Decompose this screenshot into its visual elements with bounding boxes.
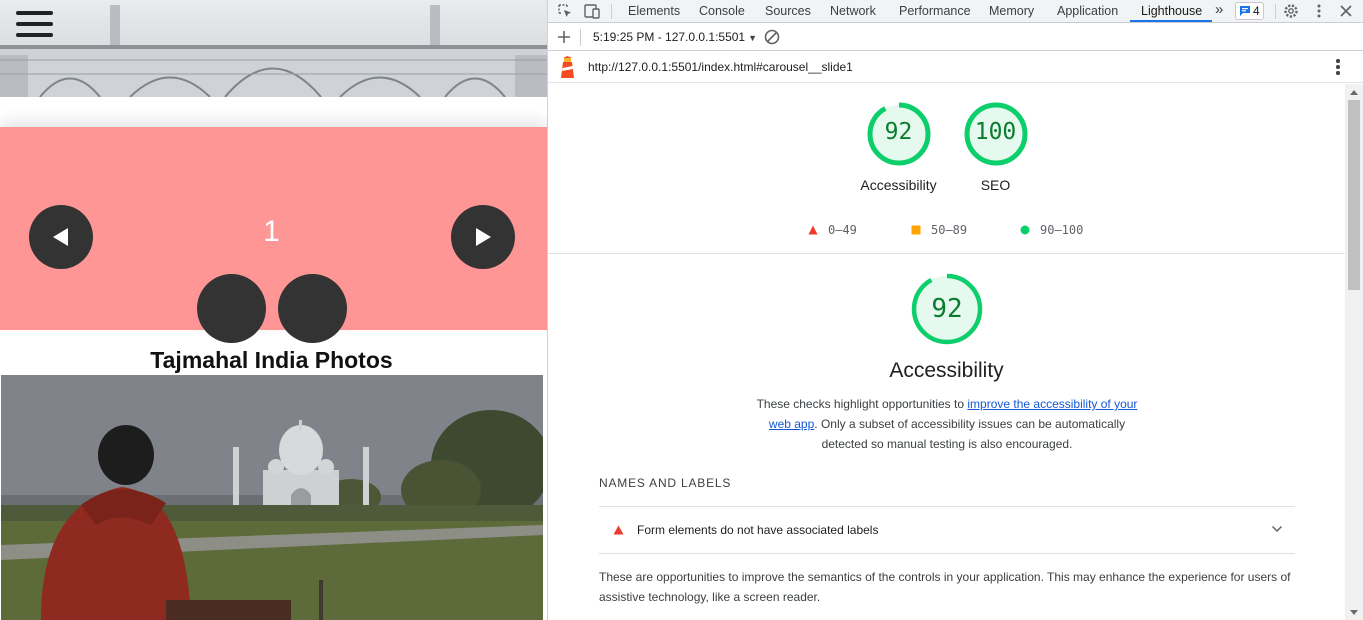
carousel: 1 [0, 127, 547, 343]
carousel-dot-2[interactable] [278, 274, 347, 343]
scroll-down-arrow-icon[interactable] [1350, 610, 1358, 615]
report-history-select[interactable]: 5:19:25 PM - 127.0.0.1:5501 ▼ [593, 30, 757, 44]
tab-network[interactable]: Network [830, 0, 876, 23]
scroll-thumb[interactable] [1348, 100, 1360, 290]
tab-elements[interactable]: Elements [628, 0, 680, 23]
report-history-value: 5:19:25 PM - 127.0.0.1:5501 [593, 30, 746, 44]
chevron-down-icon [1271, 525, 1283, 533]
legend-average: 50–89 [911, 223, 967, 237]
carousel-next-button[interactable] [451, 205, 515, 269]
toolbar-divider [580, 29, 581, 46]
lighthouse-logo-icon [561, 56, 574, 78]
photos-heading: Tajmahal India Photos [150, 347, 393, 373]
issues-count: 4 [1253, 4, 1260, 18]
audit-divider [599, 553, 1295, 554]
legend-pass: 90–100 [1020, 223, 1083, 237]
taj-mahal-facade-image [0, 5, 547, 97]
report-url: http://127.0.0.1:5501/index.html#carouse… [588, 60, 853, 74]
carousel-dot-1[interactable] [197, 274, 266, 343]
toolbar-divider [611, 4, 612, 19]
tab-performance[interactable]: Performance [899, 0, 971, 23]
inspect-element-icon[interactable] [556, 2, 574, 20]
website-viewport: 1 Tajmahal India Photos [0, 0, 547, 620]
green-circle-icon [1020, 225, 1030, 235]
lighthouse-report: 92 Accessibility 100 SEO 0–49 50–89 90–1… [548, 84, 1345, 620]
triangle-right-icon [476, 228, 491, 246]
dropdown-caret-icon: ▼ [748, 33, 758, 43]
triangle-left-icon [53, 228, 68, 246]
legend-fail: 0–49 [808, 223, 857, 237]
scroll-up-arrow-icon[interactable] [1350, 90, 1358, 95]
lighthouse-toolbar: 5:19:25 PM - 127.0.0.1:5501 ▼ [548, 24, 1363, 51]
gauge-label: Accessibility [860, 177, 937, 193]
category-title: Accessibility [889, 359, 1004, 382]
tab-memory[interactable]: Memory [989, 0, 1034, 23]
devtools-panel: Elements Console Sources Network Perform… [548, 0, 1363, 620]
report-menu-icon[interactable] [1334, 59, 1342, 75]
issues-counter-button[interactable]: 4 [1235, 2, 1264, 20]
report-url-bar: http://127.0.0.1:5501/index.html#carouse… [548, 51, 1363, 83]
message-icon [1240, 6, 1250, 16]
taj-mahal-photo [1, 375, 543, 620]
report-scrollbar[interactable] [1345, 84, 1363, 620]
gauge-accessibility[interactable]: 92 Accessibility [856, 100, 941, 193]
tab-application[interactable]: Application [1057, 0, 1118, 23]
more-tabs-chevron-icon[interactable]: » [1215, 0, 1223, 23]
gear-icon[interactable] [1282, 2, 1300, 20]
toolbar-divider [1275, 4, 1276, 19]
active-tab-indicator [1130, 20, 1212, 22]
gauge-label: SEO [980, 177, 1011, 193]
device-toolbar-icon[interactable] [583, 2, 601, 20]
hero-image [0, 0, 547, 97]
tab-console[interactable]: Console [699, 0, 745, 23]
category-gauge: 92 [909, 272, 985, 346]
clear-icon[interactable] [763, 28, 781, 46]
gauge-seo[interactable]: 100 SEO [953, 100, 1038, 193]
gauge-score: 92 [884, 119, 913, 145]
audit-item-form-labels[interactable]: Form elements do not have associated lab… [599, 507, 1295, 553]
category-description: These checks highlight opportunities to … [756, 397, 1138, 451]
audit-group-description: These are opportunities to improve the s… [599, 570, 1291, 604]
tab-sources[interactable]: Sources [765, 0, 811, 23]
hamburger-menu-icon[interactable] [16, 11, 53, 39]
audit-title: Form elements do not have associated lab… [637, 523, 879, 537]
devtools-tab-bar: Elements Console Sources Network Perform… [548, 0, 1363, 23]
category-score: 92 [931, 294, 963, 324]
close-icon[interactable] [1337, 2, 1355, 20]
section-divider [548, 253, 1345, 254]
more-options-icon[interactable] [1310, 2, 1328, 20]
plus-icon[interactable] [555, 28, 573, 46]
audit-group-title: NAMES AND LABELS [599, 476, 732, 490]
fail-triangle-icon [613, 525, 624, 535]
orange-square-icon [911, 225, 921, 235]
red-triangle-icon [808, 225, 818, 235]
gauge-score: 100 [974, 119, 1017, 145]
carousel-prev-button[interactable] [29, 205, 93, 269]
